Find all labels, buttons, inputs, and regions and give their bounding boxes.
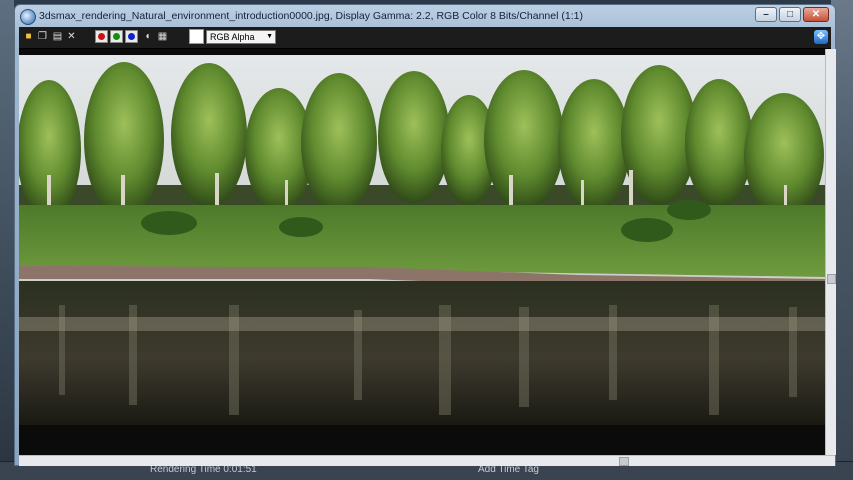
chevron-down-icon: ▼	[266, 33, 273, 40]
rendered-frame-window: 3dsmax_rendering_Natural_environment_int…	[14, 4, 836, 466]
save-icon[interactable]: ■	[23, 31, 34, 42]
horizontal-scroll-thumb[interactable]	[619, 457, 629, 466]
minimize-button[interactable]: –	[755, 7, 777, 22]
title-bar[interactable]: 3dsmax_rendering_Natural_environment_int…	[15, 5, 835, 27]
vertical-scrollbar[interactable]	[825, 49, 836, 455]
frame-toolbar: ■ ❐ ▤ ✕ ◐ ▦ RGB Alpha ▼ ✥	[19, 27, 831, 49]
blue-channel-button[interactable]	[125, 30, 138, 43]
desktop-background-left	[0, 0, 14, 480]
horizontal-scrollbar[interactable]	[19, 455, 835, 466]
print-icon[interactable]: ▤	[52, 31, 63, 42]
red-channel-button[interactable]	[95, 30, 108, 43]
alpha-channel-icon[interactable]: ◐	[143, 31, 154, 42]
window-title: 3dsmax_rendering_Natural_environment_int…	[39, 10, 583, 22]
channel-select-value: RGB Alpha	[210, 32, 255, 42]
render-viewport	[19, 49, 825, 455]
maximize-button[interactable]: □	[779, 7, 801, 22]
monochrome-icon[interactable]: ▦	[157, 31, 168, 42]
clear-icon[interactable]: ✕	[66, 31, 77, 42]
green-channel-icon	[113, 33, 120, 40]
vertical-scroll-thumb[interactable]	[827, 274, 836, 284]
copy-icon[interactable]: ❐	[37, 31, 48, 42]
red-channel-icon	[98, 33, 105, 40]
color-swatch[interactable]	[189, 29, 204, 44]
green-channel-button[interactable]	[110, 30, 123, 43]
pin-icon[interactable]: ✥	[814, 30, 828, 44]
blue-channel-icon	[128, 33, 135, 40]
channel-select[interactable]: RGB Alpha ▼	[206, 30, 276, 44]
rendered-image	[19, 55, 825, 435]
app-icon	[20, 9, 36, 25]
close-button[interactable]: ✕	[803, 7, 829, 22]
